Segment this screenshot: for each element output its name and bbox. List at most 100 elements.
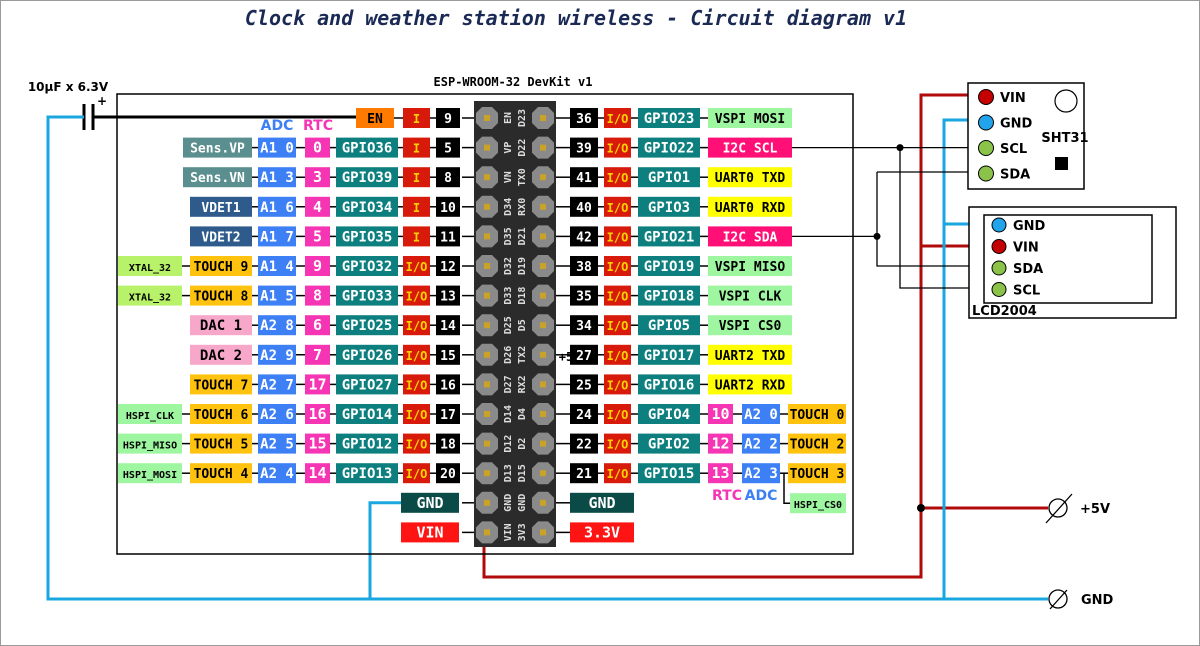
pin-direction-text: I <box>413 171 420 185</box>
pin-direction: I/O <box>403 344 430 365</box>
rtc-label: 4 <box>305 196 330 217</box>
pin-number: 18 <box>436 433 460 454</box>
pin-number: 14 <box>436 315 460 336</box>
pin-direction-text: I/O <box>607 408 629 422</box>
pin-direction-text: I/O <box>607 467 629 481</box>
function-label: VDET2 <box>190 226 252 247</box>
header-label-left: VP <box>503 142 514 154</box>
pin-direction-text: I/O <box>406 349 428 363</box>
pin-number-text: 35 <box>576 290 592 305</box>
pin-pad <box>484 115 490 121</box>
alt-function-label: XTAL_32 <box>118 285 182 306</box>
adc-label-text: A2 2 <box>744 437 778 453</box>
touch-label-text: TOUCH 6 <box>194 408 249 423</box>
pin-number-text: 39 <box>576 142 592 157</box>
header-label-left: D26 <box>503 346 514 364</box>
power-label-gnd-text: GND <box>588 494 615 512</box>
function-label: VSPI MISO <box>708 256 792 276</box>
header-label-left: D13 <box>503 464 514 482</box>
adc-label-text: A1 4 <box>260 259 294 275</box>
pin-number-text: 25 <box>576 378 592 393</box>
header-label-left: D14 <box>503 405 514 423</box>
gpio-label: GPIO21 <box>638 226 700 247</box>
pin-direction: I <box>403 108 430 128</box>
power-label-gnd-text: GND <box>416 494 443 512</box>
gpio-label: GPIO32 <box>336 256 398 276</box>
pin-direction: I/O <box>604 285 631 306</box>
alt-function-label: HSPI_MOSI <box>118 463 182 484</box>
lcd-module: GND VIN SDA SCL LCD2004 <box>968 206 1177 319</box>
pin-number-text: 15 <box>440 349 456 364</box>
adc-label-text: A2 0 <box>744 407 778 423</box>
gpio-label-text: GPIO5 <box>648 318 690 334</box>
pin-number: 15 <box>436 344 460 365</box>
power-terminals: +5V GND <box>1045 493 1114 610</box>
pin-direction: I/O <box>604 344 631 365</box>
pin-direction-text: I/O <box>607 201 629 215</box>
function-label-text: VSPI MOSI <box>715 112 785 127</box>
function-label-text: Sens.VN <box>190 171 245 186</box>
adc-label-text: A2 9 <box>260 348 294 364</box>
pin-direction: I/O <box>403 374 430 395</box>
pin-number: 38 <box>570 256 598 276</box>
rtc-label-text: 8 <box>313 287 322 305</box>
pin-number-text: 5 <box>444 142 452 157</box>
touch-label: TOUCH 8 <box>190 285 252 306</box>
dac-label: DAC 1 <box>190 315 252 336</box>
gpio-label: GPIO33 <box>336 285 398 306</box>
power-label-gnd: GND <box>401 492 459 513</box>
pin-number-text: 38 <box>576 260 592 275</box>
pin-direction: I <box>403 137 430 158</box>
function-label-text: VSPI CS0 <box>719 319 782 334</box>
pin-number-text: 20 <box>440 467 456 482</box>
pin-direction: I/O <box>403 285 430 306</box>
touch-label: TOUCH 9 <box>190 256 252 276</box>
gpio-label-text: GPIO13 <box>342 466 393 482</box>
gpio-label-text: GPIO35 <box>342 229 393 245</box>
function-label-text: UART2 TXD <box>715 349 786 364</box>
pin-pad <box>540 203 546 210</box>
pin-pad <box>484 381 490 388</box>
function-label-text: Sens.VP <box>190 142 245 157</box>
adc-label: A2 6 <box>258 404 296 424</box>
power-label-vin: VIN <box>401 522 459 543</box>
gpio-label: GPIO13 <box>336 463 398 484</box>
pin-number-text: 40 <box>576 201 592 216</box>
sht31-module: VIN GND SCL SDA SHT31 <box>967 82 1089 190</box>
alt-function-label: XTAL_32 <box>118 256 182 276</box>
pin-number-text: 8 <box>444 171 452 186</box>
pin-direction-text: I/O <box>607 171 629 185</box>
pin-number: 12 <box>436 256 460 276</box>
lcd-pin-label: SCL <box>1013 284 1040 299</box>
header-label-left: GND <box>503 494 514 512</box>
pin-number: 17 <box>436 404 460 424</box>
pin-number-text: 27 <box>576 349 592 364</box>
alt-function-label: HSPI_CS0 <box>790 493 846 514</box>
touch-label-text: TOUCH 5 <box>194 438 249 453</box>
pin-direction: I/O <box>604 226 631 247</box>
alt-function-label-text: HSPI_MISO <box>123 441 177 452</box>
header-label-left: D32 <box>503 257 514 275</box>
adc-label-text: A1 5 <box>260 289 294 305</box>
pin-number: 39 <box>570 137 598 158</box>
adc-header-label: ADC <box>261 118 294 134</box>
pin-number: 10 <box>436 196 460 217</box>
rtc-label-text: 9 <box>313 257 322 275</box>
gpio-label: GPIO26 <box>336 344 398 365</box>
header-label-left: D25 <box>503 316 514 334</box>
pin-direction: I/O <box>604 404 631 424</box>
gnd-terminal-label: GND <box>1081 593 1114 608</box>
pin-number: 36 <box>570 108 598 128</box>
power-label-v33: 3.3V <box>570 522 634 543</box>
lcd-pin-label: SDA <box>1013 262 1043 277</box>
power-label-vin-text: VIN <box>416 523 443 541</box>
pin-number-text: 22 <box>576 438 592 453</box>
gpio-label: GPIO25 <box>336 315 398 336</box>
pin-direction: I/O <box>604 167 631 188</box>
en-label: EN <box>356 108 394 128</box>
rtc-label-text: 13 <box>711 464 729 482</box>
pin-pad <box>540 263 546 269</box>
pin-direction-text: I/O <box>406 260 428 274</box>
lcd-pin-scl <box>991 282 1007 297</box>
diagram-title: Clock and weather station wireless - Cir… <box>245 6 907 30</box>
